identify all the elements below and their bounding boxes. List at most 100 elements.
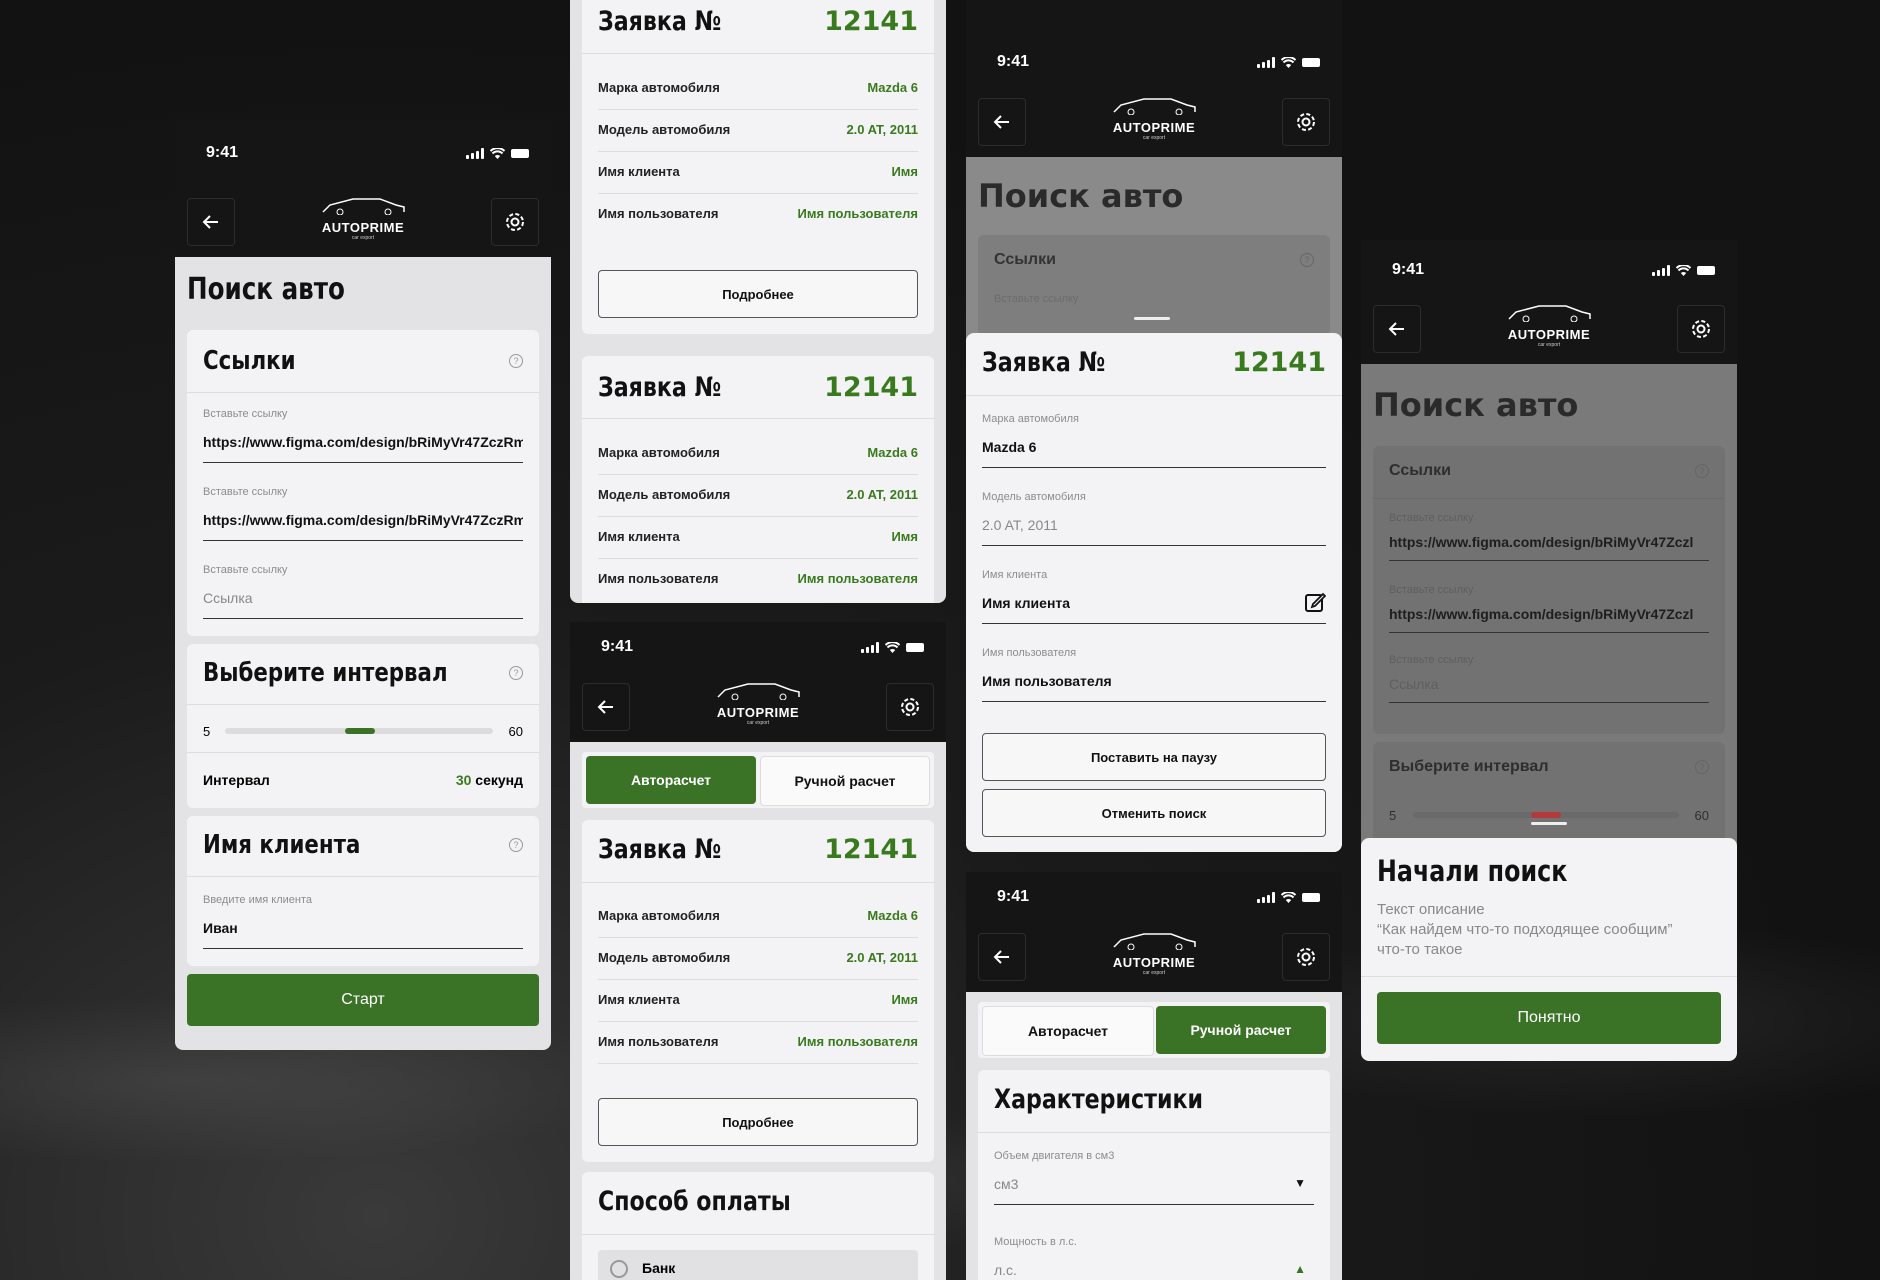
power-select[interactable]: л.с.: [994, 1262, 1017, 1278]
model-label: Модель автомобиля: [982, 491, 1086, 503]
slider-min: 5: [1389, 808, 1397, 823]
power-label: Мощность в л.с.: [994, 1236, 1077, 1248]
order-row-user: Имя пользователя Имя пользователя: [598, 206, 918, 221]
status-time: 9:41: [997, 53, 1030, 70]
brand-input[interactable]: Mazda 6: [982, 439, 1036, 455]
status-icons: [1257, 57, 1320, 68]
back-button[interactable]: [582, 683, 630, 731]
link-label: Вставьте ссылку: [203, 408, 288, 420]
pause-button[interactable]: Поставить на паузу: [982, 733, 1326, 781]
divider: [1361, 976, 1737, 977]
input-underline: [982, 545, 1326, 546]
divider: [187, 876, 539, 877]
input-underline: [1389, 702, 1709, 703]
signal-icon: [1257, 57, 1275, 68]
radio-icon[interactable]: [610, 1260, 628, 1278]
user-input[interactable]: Имя пользователя: [982, 673, 1112, 689]
gear-icon: [1297, 948, 1315, 966]
link-label: Вставьте ссылку: [994, 293, 1079, 305]
order-card-1: Заявка № 12141 Марка автомобиля Mazda 6 М…: [582, 0, 934, 334]
input-underline: [203, 462, 523, 463]
ok-button[interactable]: Понятно: [1377, 992, 1721, 1044]
sheet-handle[interactable]: [1531, 822, 1567, 825]
link-label: Вставьте ссылку: [1389, 654, 1474, 666]
battery-icon: [1302, 893, 1320, 902]
status-time: 9:41: [1392, 261, 1425, 278]
slider-thumb[interactable]: [345, 728, 375, 734]
specs-card: Характеристики Объем двигателя в см3 см3…: [978, 1070, 1330, 1280]
interval-card: Выберите интервал ? 5 60 Интервал 30 сек…: [187, 644, 539, 808]
back-button[interactable]: [978, 933, 1026, 981]
sheet-handle[interactable]: [1134, 317, 1170, 320]
nav-bar: AUTOPRIME car export: [966, 920, 1342, 992]
edit-icon[interactable]: [1304, 591, 1326, 613]
tab-autocalc[interactable]: Авторасчет: [586, 756, 756, 804]
page-title: Поиск авто: [187, 272, 345, 307]
signal-icon: [861, 642, 879, 653]
status-icons: [1652, 265, 1715, 276]
divider: [1373, 498, 1725, 499]
logo-name: AUTOPRIME: [1112, 955, 1196, 970]
interval-slider[interactable]: [225, 728, 493, 734]
back-button[interactable]: [187, 198, 235, 246]
link-input-1: https://www.figma.com/design/bRiMyVr47Zc…: [1389, 534, 1694, 550]
cancel-search-button[interactable]: Отменить поиск: [982, 789, 1326, 837]
status-bar: 9:41: [570, 622, 946, 670]
engine-label: Объем двигателя в см3: [994, 1150, 1115, 1162]
client-card: Имя клиента ? Введите имя клиента Иван: [187, 816, 539, 966]
wifi-icon: [1281, 892, 1296, 903]
tab-autocalc[interactable]: Авторасчет: [982, 1006, 1154, 1056]
logo-name: AUTOPRIME: [321, 220, 405, 235]
back-button[interactable]: [978, 98, 1026, 146]
car-logo-icon: [1113, 933, 1196, 951]
logo-name: AUTOPRIME: [1507, 327, 1591, 342]
screen-order-sheet: 9:41 AUTOPRIME car export Поиск авто Ссы…: [966, 0, 1342, 852]
details-button[interactable]: Подробнее: [598, 270, 918, 318]
input-underline: [994, 1204, 1314, 1205]
help-icon[interactable]: ?: [509, 666, 523, 680]
status-icons: [1257, 892, 1320, 903]
wifi-icon: [1281, 57, 1296, 68]
link-input-1[interactable]: https://www.figma.com/design/bRiMyVr47Zc…: [203, 434, 523, 450]
nav-bar: AUTOPRIME car export: [1361, 292, 1737, 364]
logo-sub: car export: [1142, 135, 1166, 141]
settings-button[interactable]: [491, 198, 539, 246]
divider: [187, 392, 539, 393]
status-time: 9:41: [601, 638, 634, 655]
wifi-icon: [885, 642, 900, 653]
help-icon[interactable]: ?: [509, 354, 523, 368]
logo-sub: car export: [351, 235, 375, 241]
details-button[interactable]: Подробнее: [598, 1098, 918, 1146]
settings-button[interactable]: [1677, 305, 1725, 353]
payment-option-bank[interactable]: Банк: [598, 1250, 918, 1280]
status-time: 9:41: [997, 888, 1030, 905]
battery-icon: [511, 149, 529, 158]
search-started-sheet: Начали поиск Текст описание “Как найдем …: [1361, 838, 1737, 1061]
tab-manualcalc[interactable]: Ручной расчет: [1156, 1006, 1326, 1054]
order-card-3: Заявка № 12141 Марка автомобиля Mazda 6 М…: [582, 820, 934, 1162]
tab-manualcalc[interactable]: Ручной расчет: [760, 756, 930, 806]
client-input-label: Введите имя клиента: [203, 894, 313, 906]
order-row-client: Имя клиента Имя: [598, 152, 918, 194]
status-bar: 9:41: [1361, 240, 1737, 292]
order-card-2: Заявка № 12141 Марка автомобиля Mazda 6 М…: [582, 356, 934, 603]
link-input-2[interactable]: https://www.figma.com/design/bRiMyVr47Zc…: [203, 512, 523, 528]
order-row-client: Имя клиента Имя: [598, 517, 918, 559]
back-button[interactable]: [1373, 305, 1421, 353]
client-input[interactable]: Имя клиента: [982, 595, 1070, 611]
input-underline: [982, 467, 1326, 468]
help-icon[interactable]: ?: [509, 838, 523, 852]
settings-button[interactable]: [1282, 98, 1330, 146]
settings-button[interactable]: [886, 683, 934, 731]
link-input-3[interactable]: Ссылка: [203, 590, 253, 606]
client-input[interactable]: Иван: [203, 920, 238, 936]
start-button[interactable]: Старт: [187, 974, 539, 1026]
model-input[interactable]: 2.0 AT, 2011: [982, 517, 1058, 533]
chevron-down-icon[interactable]: ▼: [1294, 1176, 1306, 1190]
order-title: Заявка №: [982, 347, 1106, 378]
order-title: Заявка №: [598, 372, 722, 403]
chevron-up-icon[interactable]: ▲: [1294, 1262, 1306, 1276]
settings-button[interactable]: [1282, 933, 1330, 981]
interval-label: Интервал: [203, 772, 270, 788]
engine-select[interactable]: см3: [994, 1176, 1018, 1192]
